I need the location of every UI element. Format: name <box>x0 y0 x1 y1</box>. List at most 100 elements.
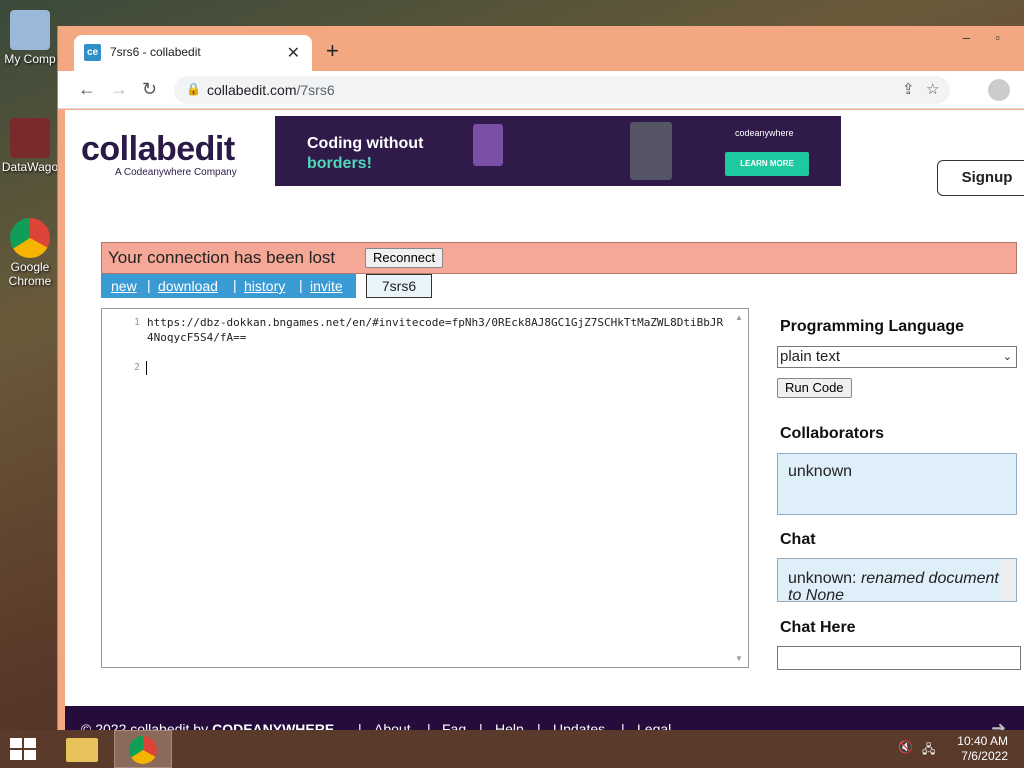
footer-separator: | <box>621 721 625 730</box>
system-clock[interactable]: 10:40 AM 7/6/2022 <box>950 734 1008 764</box>
footer-about-link[interactable]: About <box>374 721 411 730</box>
footer-updates-link[interactable]: Updates <box>553 721 605 730</box>
language-select[interactable]: plain text ⌄ <box>777 346 1017 368</box>
footer-separator: | <box>537 721 541 730</box>
ad-banner[interactable]: Coding without borders! codeanywhere LEA… <box>275 116 841 186</box>
file-explorer-icon[interactable] <box>56 730 114 768</box>
connection-message: Your connection has been lost <box>108 248 336 267</box>
taskbar: 🔇 🖧 10:40 AM 7/6/2022 <box>0 730 1024 768</box>
scroll-down-icon[interactable]: ▼ <box>735 654 743 663</box>
back-arrow-icon[interactable]: ← <box>78 79 96 100</box>
banner-illustration <box>473 124 503 166</box>
desktop-icon-label: Google Chrome <box>8 260 52 288</box>
code-text[interactable]: https://dbz-dokkan.bngames.net/en/#invit… <box>147 315 729 345</box>
computer-icon <box>10 10 50 50</box>
minimize-icon[interactable]: – <box>963 30 970 45</box>
desktop-icon-chrome[interactable]: Google Chrome <box>0 218 60 288</box>
document-tab[interactable]: 7srs6 <box>366 274 432 298</box>
collabedit-logo[interactable]: collabedit A Codeanywhere Company <box>81 130 237 178</box>
new-tab-icon[interactable]: + <box>326 38 339 64</box>
arrow-right-icon[interactable]: ➜ <box>991 718 1006 730</box>
doc-menu: new | download | history | invite <box>101 274 356 298</box>
site-footer: © 2022 collabedit by CODEANYWHERE | About… <box>65 706 1024 730</box>
copyright-text: © 2022 collabedit by <box>81 721 209 730</box>
banner-headline: Coding without borders! <box>307 134 423 174</box>
desktop-icon-my-computer[interactable]: My Comp <box>0 10 60 66</box>
reconnect-button[interactable]: Reconnect <box>365 248 444 268</box>
address-bar[interactable]: 🔒 collabedit.com/7srs6 ⇪ ☆ <box>174 76 950 104</box>
scroll-up-icon[interactable]: ▲ <box>735 313 743 322</box>
chat-user: unknown: <box>788 570 857 587</box>
lock-icon: 🔒 <box>186 82 201 96</box>
code-editor[interactable]: 1 2 https://dbz-dokkan.bngames.net/en/#i… <box>101 308 749 668</box>
footer-copyright: © 2022 collabedit by CODEANYWHERE <box>81 721 334 730</box>
footer-brand: CODEANYWHERE <box>212 721 335 730</box>
site-header: collabedit A Codeanywhere Company Coding… <box>65 110 1024 218</box>
connection-lost-bar: Your connection has been lost Reconnect <box>101 242 1017 274</box>
collabedit-page: collabedit A Codeanywhere Company Coding… <box>65 110 1024 730</box>
line-gutter: 1 2 <box>102 309 144 667</box>
footer-legal-link[interactable]: Legal <box>637 721 671 730</box>
footer-help-link[interactable]: Help <box>495 721 524 730</box>
url-host: collabedit.com <box>207 82 297 98</box>
menu-invite-link[interactable]: invite <box>310 278 343 294</box>
windows-start-icon[interactable] <box>10 738 38 760</box>
clock-date: 7/6/2022 <box>961 749 1008 763</box>
tab-title: 7srs6 - collabedit <box>110 45 201 59</box>
url-text: collabedit.com/7srs6 <box>207 82 335 98</box>
desktop-icon-datawago[interactable]: DataWago <box>0 118 60 174</box>
line-number: 1 <box>133 317 140 328</box>
close-icon[interactable]: ✕ <box>287 43 300 63</box>
browser-window: ce 7srs6 - collabedit ✕ + – ▫ ← → ↻ 🔒 co… <box>57 26 1024 732</box>
tab-strip: ce 7srs6 - collabedit ✕ + – ▫ <box>58 26 1024 71</box>
footer-separator: | <box>427 721 431 730</box>
chrome-taskbar-icon[interactable] <box>114 730 172 768</box>
banner-brand: codeanywhere <box>735 128 794 138</box>
star-icon[interactable]: ☆ <box>926 80 939 98</box>
collabedit-favicon-icon: ce <box>84 44 101 61</box>
share-icon[interactable]: ⇪ <box>902 80 915 98</box>
profile-avatar[interactable] <box>988 79 1010 101</box>
footer-separator: | <box>358 721 362 730</box>
line-number: 2 <box>133 362 140 373</box>
signup-button[interactable]: Signup <box>937 160 1024 196</box>
forward-arrow-icon[interactable]: → <box>110 79 128 100</box>
maximize-icon[interactable]: ▫ <box>995 30 1000 45</box>
banner-line1: Coding without <box>307 135 424 152</box>
learn-more-button[interactable]: LEARN MORE <box>725 152 809 176</box>
language-value: plain text <box>780 348 841 365</box>
chat-here-heading: Chat Here <box>780 619 856 636</box>
footer-faq-link[interactable]: Faq <box>442 721 466 730</box>
volume-muted-icon[interactable]: 🔇 <box>898 740 913 754</box>
reload-icon[interactable]: ↻ <box>142 79 157 100</box>
menu-download-link[interactable]: download <box>158 278 218 294</box>
language-heading: Programming Language <box>780 318 965 335</box>
menu-new-link[interactable]: new <box>111 278 137 294</box>
menu-separator: | <box>147 277 151 293</box>
chat-scrollbar[interactable] <box>1001 560 1015 600</box>
clock-time: 10:40 AM <box>957 734 1008 748</box>
menu-separator: | <box>233 277 237 293</box>
browser-tab[interactable]: ce 7srs6 - collabedit ✕ <box>74 35 312 71</box>
network-icon[interactable]: 🖧 <box>922 740 935 761</box>
chat-log: unknown: renamed document to None <box>777 558 1017 602</box>
run-code-button[interactable]: Run Code <box>777 378 852 398</box>
logo-text: collabedit <box>81 130 235 168</box>
datawago-icon <box>10 118 50 158</box>
collaborators-heading: Collaborators <box>780 425 885 442</box>
chrome-icon <box>10 218 50 258</box>
chevron-down-icon: ⌄ <box>1002 351 1012 363</box>
footer-separator: | <box>479 721 483 730</box>
text-caret <box>146 361 147 375</box>
chat-input[interactable] <box>777 646 1021 670</box>
browser-toolbar: ← → ↻ 🔒 collabedit.com/7srs6 ⇪ ☆ <box>58 71 1024 109</box>
menu-history-link[interactable]: history <box>244 278 285 294</box>
menu-separator: | <box>299 277 303 293</box>
desktop-icon-label: My Comp <box>4 52 56 66</box>
editor-scrollbar[interactable]: ▲ ▼ <box>732 309 748 667</box>
collaborator-name: unknown <box>788 463 853 480</box>
desktop-icon-label: DataWago <box>1 160 59 174</box>
banner-photo <box>630 122 672 180</box>
logo-subtitle: A Codeanywhere Company <box>115 167 237 178</box>
banner-line2: borders! <box>307 155 372 172</box>
